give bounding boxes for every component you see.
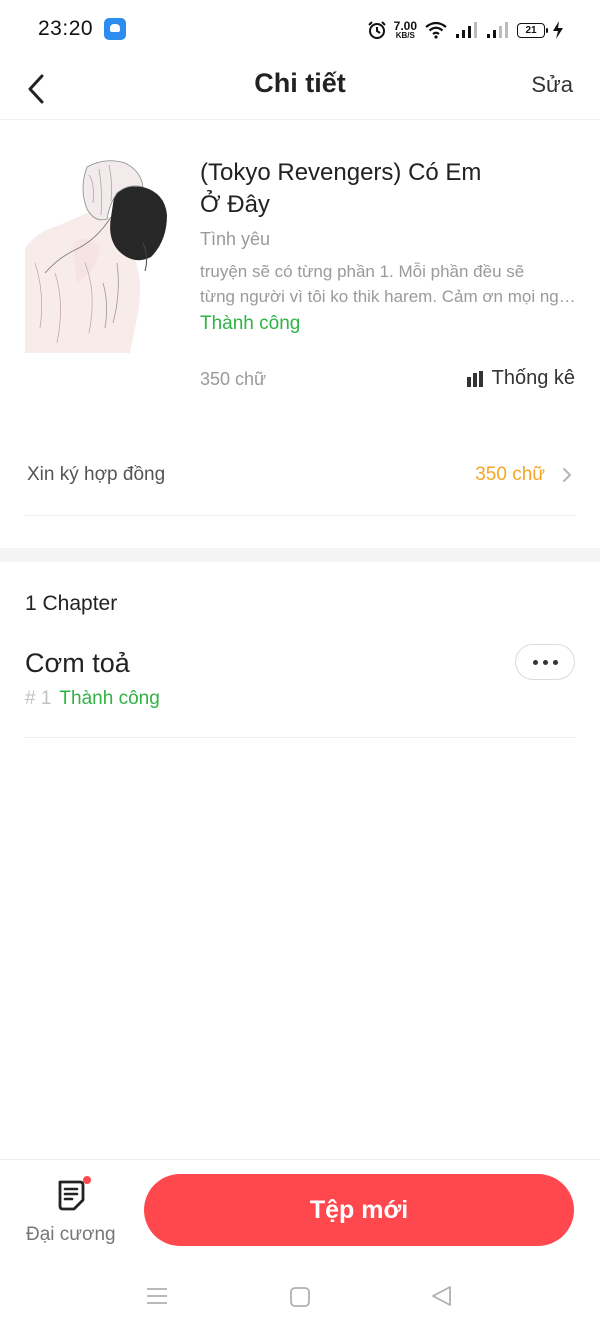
word-count: 350 chữ <box>200 369 267 389</box>
chapter-title: Cơm toả <box>25 648 130 678</box>
alarm-icon <box>367 21 386 39</box>
header: Chi tiết Sửa <box>0 60 600 120</box>
chapter-item[interactable]: Cơm toả # 1 Thành công <box>25 640 575 738</box>
battery-icon: 21 <box>517 22 548 38</box>
more-dot <box>552 659 558 665</box>
chapter-number: # 1 <box>25 688 52 709</box>
book-status: Thành công <box>200 313 301 334</box>
signal-icon <box>456 22 477 38</box>
book-title: (Tokyo Revengers) Có Em Ở Đây <box>200 159 482 218</box>
network-speed: 7.00 KB/S <box>394 20 417 40</box>
contract-row[interactable]: Xin ký hợp đồng 350 chữ <box>25 440 575 516</box>
stats-button[interactable]: Thống kê <box>466 367 575 390</box>
more-options-button[interactable] <box>515 644 575 680</box>
more-dot <box>542 659 548 665</box>
signal-icon <box>487 22 508 38</box>
chapter-meta: # 1 Thành công <box>25 688 160 710</box>
status-bar: 23:20 7.00 KB/S 21 <box>0 0 600 60</box>
contract-label: Xin ký hợp đồng <box>27 464 166 485</box>
contract-value: 350 chữ <box>475 464 545 485</box>
status-icons: 7.00 KB/S 21 <box>367 16 564 44</box>
charging-icon <box>553 21 563 39</box>
stats-label: Thống kê <box>491 367 575 389</box>
book-cover[interactable] <box>25 153 175 353</box>
menu-icon[interactable] <box>146 1286 168 1306</box>
notification-dot <box>83 1176 91 1184</box>
outline-label: Đại cương <box>26 1224 116 1245</box>
back-triangle-icon[interactable] <box>430 1284 454 1308</box>
system-nav-bar <box>0 1260 600 1333</box>
document-icon <box>58 1180 85 1211</box>
section-divider <box>0 548 600 562</box>
home-icon[interactable] <box>289 1286 311 1308</box>
book-genre: Tình yêu <box>200 229 271 249</box>
battery-level: 21 <box>525 24 537 36</box>
status-time: 23:20 <box>38 17 94 40</box>
book-description-line-1: truyện sẽ có từng phần 1. Mỗi phần đều s… <box>200 262 525 281</box>
speed-unit: KB/S <box>395 31 415 40</box>
page-title: Chi tiết <box>254 68 346 98</box>
outline-button[interactable]: Đại cương <box>22 1176 122 1256</box>
book-description-line-2: từng người vì tôi ko thik harem. Cảm ơn … <box>200 287 576 306</box>
chapter-count: 1 Chapter <box>25 592 118 615</box>
wifi-icon <box>425 21 447 39</box>
new-file-button[interactable]: Tệp mới <box>144 1174 574 1246</box>
more-dot <box>532 659 538 665</box>
app-store-icon <box>104 18 126 40</box>
book-description: truyện sẽ có từng phần 1. Mỗi phần đều s… <box>200 259 576 309</box>
edit-button[interactable]: Sửa <box>531 72 573 98</box>
bottom-bar: Đại cương Tệp mới <box>0 1159 600 1259</box>
bar-chart-icon <box>466 370 483 387</box>
chevron-right-icon <box>563 468 571 482</box>
chapter-status: Thành công <box>59 688 160 709</box>
